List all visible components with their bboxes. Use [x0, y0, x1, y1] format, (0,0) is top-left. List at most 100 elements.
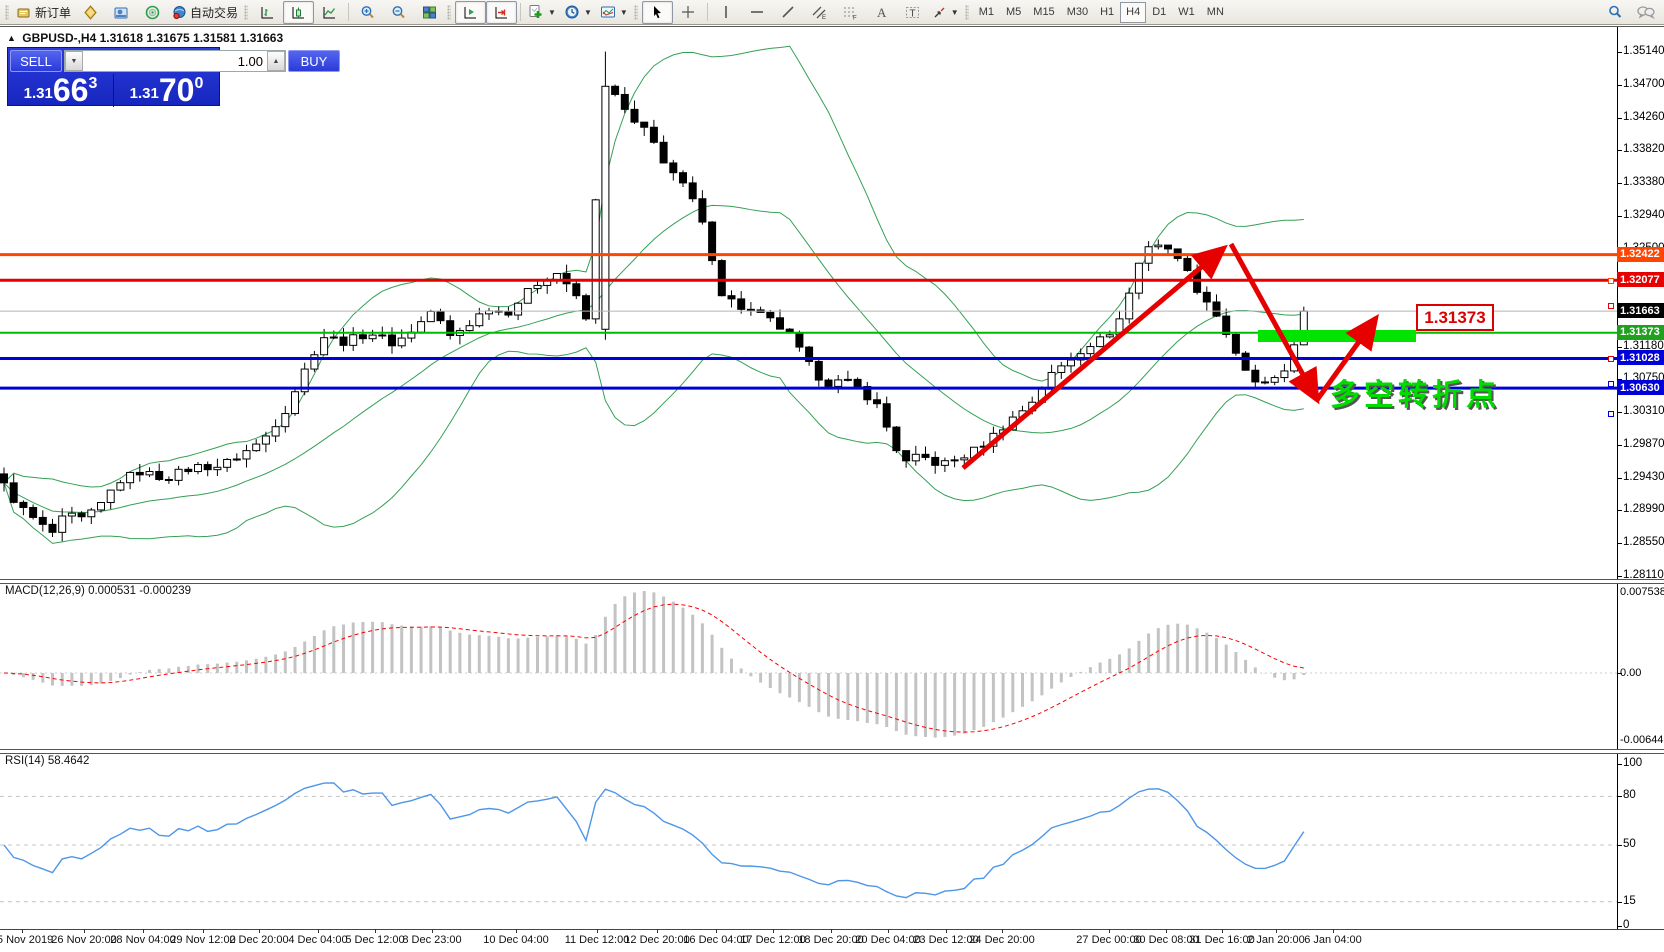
tab-timeframe-m1[interactable]: M1 [973, 2, 1000, 23]
time-axis-label: 24 Dec 20:00 [969, 934, 1034, 946]
time-axis-label: 12 Dec 20:00 [624, 934, 689, 946]
time-axis-tickmark [22, 929, 23, 933]
rsi-axis-tickmark [1617, 845, 1622, 846]
macd-indicator-label: MACD(12,26,9) 0.000531 -0.000239 [5, 585, 191, 597]
sell-price[interactable]: 1.31 66 3 [8, 74, 114, 107]
vertical-line-tool-button[interactable] [711, 1, 742, 24]
price-annotation-box[interactable]: 1.31373 [1416, 304, 1494, 331]
time-axis-tickmark [1002, 929, 1003, 933]
tab-timeframe-m30[interactable]: M30 [1061, 2, 1094, 23]
chart-window: ▲ GBPUSD-,H4 1.31618 1.31675 1.31581 1.3… [0, 26, 1664, 951]
autotrading-button[interactable]: 自动交易 [168, 1, 242, 24]
level-endpoint-marker [1608, 411, 1614, 417]
y-axis-tick-label: 1.28990 [1623, 503, 1664, 515]
level-endpoint-marker [1608, 381, 1614, 387]
candlestick-chart-icon [291, 5, 306, 20]
direction-up-icon: ▲ [7, 33, 16, 43]
autotrading-label: 自动交易 [190, 4, 238, 21]
level-endpoint-marker [1608, 278, 1614, 284]
zoom-in-button[interactable] [352, 1, 383, 24]
time-axis-label: 10 Dec 04:00 [483, 934, 548, 946]
rsi-axis-tick-label: 80 [1623, 789, 1636, 801]
y-axis-tickmark [1617, 183, 1622, 184]
time-axis-tickmark [432, 929, 433, 933]
chart-canvas[interactable] [0, 27, 1664, 951]
y-axis-tickmark [1617, 543, 1622, 544]
data-window-button[interactable] [106, 1, 137, 24]
tab-timeframe-m15[interactable]: M15 [1027, 2, 1060, 23]
arrows-icon [932, 5, 947, 20]
y-axis-tick-label: 1.32940 [1623, 209, 1664, 221]
search-button[interactable] [1599, 1, 1630, 24]
indicators-button[interactable]: ▼ [524, 1, 560, 24]
y-axis-tickmark [1617, 412, 1622, 413]
macd-pane-separator[interactable] [0, 579, 1664, 584]
navigator-button[interactable] [137, 1, 168, 24]
trendline-tool-button[interactable] [773, 1, 804, 24]
search-icon [1607, 4, 1623, 20]
market-watch-button[interactable] [75, 1, 106, 24]
y-axis-tickmark [1617, 445, 1622, 446]
candlestick-chart-button[interactable] [283, 1, 314, 24]
time-axis-tickmark [259, 929, 260, 933]
zoom-out-button[interactable] [383, 1, 414, 24]
toolbar-separator [520, 3, 521, 21]
time-axis-label: 17 Dec 12:00 [740, 934, 805, 946]
rsi-indicator-label: RSI(14) 58.4642 [5, 755, 89, 767]
channel-tool-button[interactable]: E [804, 1, 835, 24]
auto-scroll-button[interactable] [486, 1, 517, 24]
tile-windows-button[interactable] [414, 1, 445, 24]
time-axis-label: 27 Dec 00:00 [1076, 934, 1141, 946]
chat-button[interactable] [1630, 1, 1661, 24]
volume-decrease-button[interactable]: ▼ [65, 51, 83, 71]
time-axis-tickmark [143, 929, 144, 933]
tab-timeframe-h4[interactable]: H4 [1120, 2, 1146, 23]
volume-increase-button[interactable]: ▲ [267, 51, 285, 71]
cursor-icon [650, 5, 664, 19]
symbol-ohlc-header: ▲ GBPUSD-,H4 1.31618 1.31675 1.31581 1.3… [7, 31, 283, 45]
rsi-axis-tickmark [1617, 764, 1622, 765]
level-price-tag: 1.32422 [1617, 247, 1664, 262]
periods-button[interactable]: ▼ [560, 1, 596, 24]
fibonacci-icon: F [843, 5, 858, 20]
sell-button[interactable]: SELL [10, 50, 62, 72]
new-order-button[interactable]: 新订单 [13, 1, 75, 24]
buy-button[interactable]: BUY [288, 50, 340, 72]
time-axis-label: 31 Dec 16:00 [1189, 934, 1254, 946]
time-axis-label: 26 Nov 20:00 [51, 934, 116, 946]
label-icon: T [905, 5, 920, 20]
tab-timeframe-mn[interactable]: MN [1201, 2, 1230, 23]
volume-input[interactable] [83, 51, 267, 71]
tab-timeframe-m5[interactable]: M5 [1000, 2, 1027, 23]
crosshair-icon [681, 5, 695, 19]
bar-chart-button[interactable] [252, 1, 283, 24]
tab-timeframe-w1[interactable]: W1 [1172, 2, 1201, 23]
text-tool-button[interactable]: A [866, 1, 897, 24]
line-chart-button[interactable] [314, 1, 345, 24]
current-price-tag: 1.31663 [1617, 303, 1664, 318]
rsi-pane-separator[interactable] [0, 749, 1664, 754]
horizontal-line-tool-button[interactable] [742, 1, 773, 24]
rsi-axis-tickmark [1617, 902, 1622, 903]
time-axis-tickmark [888, 929, 889, 933]
cursor-tool-button[interactable] [642, 1, 673, 24]
templates-button[interactable]: ▼ [596, 1, 632, 24]
arrows-tool-button[interactable]: ▼ [928, 1, 963, 24]
time-axis-label: 25 Nov 2019 [0, 934, 53, 946]
buy-price[interactable]: 1.31 70 0 [114, 74, 219, 107]
svg-text:T: T [909, 8, 915, 19]
tab-timeframe-h1[interactable]: H1 [1094, 2, 1120, 23]
fibonacci-tool-button[interactable]: F [835, 1, 866, 24]
time-axis-label: 2 Jan 20:00 [1247, 934, 1305, 946]
rsi-axis-tick-label: 50 [1623, 838, 1636, 850]
label-tool-button[interactable]: T [897, 1, 928, 24]
time-axis-tickmark [831, 929, 832, 933]
chart-shift-button[interactable] [455, 1, 486, 24]
vertical-line-icon [720, 5, 732, 19]
tab-timeframe-d1[interactable]: D1 [1146, 2, 1172, 23]
y-axis-tickmark [1617, 118, 1622, 119]
time-axis-label: 2 Dec 20:00 [229, 934, 288, 946]
navigator-icon [145, 5, 160, 20]
crosshair-tool-button[interactable] [673, 1, 704, 24]
time-axis-label: 5 Dec 12:00 [345, 934, 404, 946]
